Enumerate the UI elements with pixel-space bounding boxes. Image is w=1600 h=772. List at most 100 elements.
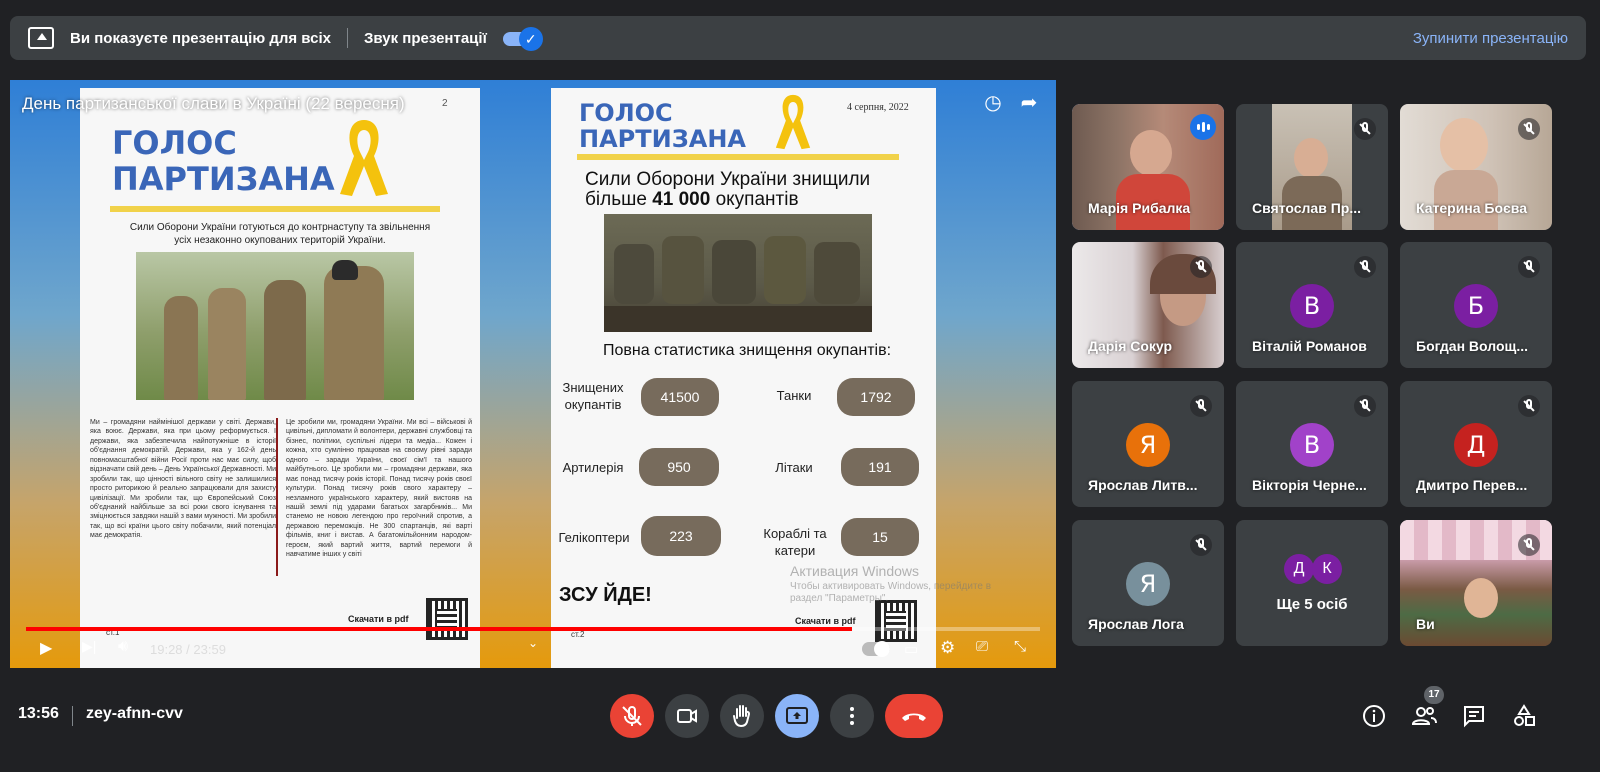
stat-value-killed: 41500 [641, 378, 719, 416]
participant-tile-dmytro[interactable]: Д Дмитро Перев... [1400, 381, 1552, 507]
presentation-sound-toggle[interactable]: ✓ [502, 27, 543, 51]
stat-value-aircraft: 191 [841, 448, 919, 486]
present-now-button[interactable] [775, 694, 819, 738]
stats-title: Повна статистика знищення окупантів: [602, 342, 892, 359]
leave-call-button[interactable] [885, 694, 943, 738]
page2-footer: ст.2 [571, 630, 585, 639]
headline-line-1: Сили Оборони України знищили [585, 169, 871, 190]
camera-toggle-button[interactable] [665, 694, 709, 738]
participant-name: Ви [1416, 616, 1435, 632]
play-icon[interactable]: ▶ [40, 638, 52, 658]
watermark-line-3: раздел "Параметры". [790, 593, 889, 604]
page2-headline: Сили Оборони України знищили більше 41 0… [585, 170, 870, 210]
raise-hand-button[interactable] [720, 694, 764, 738]
stat-value-helicopters: 223 [641, 516, 721, 556]
people-icon [1411, 707, 1437, 725]
logo-line-2: ПАРТИЗАНА [579, 125, 746, 153]
volume-icon[interactable]: 🔊︎ [118, 638, 128, 656]
mic-off-icon [1518, 395, 1540, 417]
page1-column-1: Ми – громадяни наймінішої держави у світ… [90, 419, 276, 540]
mic-off-icon [1518, 256, 1540, 278]
logo-line-1: ГОЛОС [112, 124, 237, 162]
video-title[interactable]: День партизанської слави в Україні (22 в… [22, 94, 405, 114]
mic-off-icon [1190, 534, 1212, 556]
divider [347, 28, 348, 48]
page-number-top: 2 [442, 98, 448, 109]
info-icon [1363, 705, 1385, 727]
more-participants-label: Ще 5 осіб [1276, 596, 1348, 613]
time-total: 23:59 [193, 642, 226, 657]
participant-name: Вікторія Черне... [1252, 477, 1367, 493]
stat-value-artillery: 950 [639, 448, 719, 486]
end-call-icon [902, 713, 926, 721]
hand-icon [733, 705, 751, 728]
participant-name: Ярослав Лога [1088, 616, 1184, 632]
meeting-details-button[interactable] [1360, 702, 1388, 730]
participant-tile-viktoriia[interactable]: В Вікторія Черне... [1236, 381, 1388, 507]
captured-occupants-photo [604, 214, 872, 332]
share-icon[interactable]: ➦ [1018, 92, 1040, 114]
avatar: Я [1126, 423, 1170, 467]
video-progress-bar[interactable] [26, 627, 1040, 631]
activities-shapes-icon [1514, 704, 1535, 726]
participant-name: Святослав Пр... [1252, 200, 1361, 216]
more-options-button[interactable] [830, 694, 874, 738]
yellow-ribbon-icon [340, 120, 388, 196]
presentation-banner: Ви показуєте презентацію для всіх Звук п… [10, 16, 1586, 60]
watermark-line-1: Активация Windows [790, 563, 920, 579]
exit-fullscreen-icon[interactable]: ⤡ [1014, 638, 1026, 655]
qr-code-icon [426, 598, 468, 640]
participant-tile-self[interactable]: Ви [1400, 520, 1552, 646]
meeting-clock: 13:56 [18, 705, 59, 722]
autoplay-toggle[interactable] [862, 641, 890, 657]
watch-later-icon[interactable]: ◷ [982, 92, 1004, 114]
participant-name: Катерина Боєва [1416, 200, 1527, 216]
headline-line-2: більше 41 000 окупантів [585, 189, 870, 210]
more-participants-tile[interactable]: Д К Ще 5 осіб [1236, 520, 1388, 646]
chat-icon [1464, 706, 1484, 728]
participant-tile-dariia-sokur[interactable]: Дарія Сокур [1072, 242, 1224, 368]
participant-tile-vitalii-romanov[interactable]: В Віталій Романов [1236, 242, 1388, 368]
mic-toggle-button[interactable] [610, 694, 654, 738]
participant-name: Дмитро Перев... [1416, 477, 1528, 493]
time-current: 19:28 [150, 642, 183, 657]
windows-activation-watermark: Активация Windows Чтобы активировать Win… [790, 563, 991, 606]
mic-off-icon [1518, 118, 1540, 140]
stat-label-killed: Знищених окупантів [562, 380, 624, 412]
participant-name: Ярослав Литв... [1088, 477, 1198, 493]
participant-tile-mariia-rybalka[interactable]: Марія Рибалка [1072, 104, 1224, 230]
mic-off-icon [1354, 256, 1376, 278]
participant-tile-bohdan[interactable]: Б Богдан Волощ... [1400, 242, 1552, 368]
avatar: Д [1454, 423, 1498, 467]
participant-tile-sviatoslav[interactable]: Святослав Пр... [1236, 104, 1388, 230]
yellow-divider [110, 206, 440, 212]
time-separator: / [186, 642, 190, 657]
stat-label-artillery: Артилерія [562, 460, 624, 475]
chevron-down-icon[interactable]: ⌄ [528, 636, 538, 650]
page2-download-link: Скачати в pdf [795, 616, 856, 626]
stat-value-ships: 15 [841, 518, 919, 556]
settings-gear-icon[interactable]: ⚙ [940, 638, 955, 658]
next-icon[interactable]: ▶| [82, 638, 96, 655]
stop-presenting-button[interactable]: Зупинити презентацію [1413, 30, 1568, 47]
mic-off-icon [1190, 256, 1212, 278]
issue-date: 4 серпня, 2022 [847, 102, 909, 113]
subtitles-icon[interactable]: ▭ [904, 640, 918, 658]
meeting-code[interactable]: zey-afnn-cvv [86, 705, 183, 723]
page1-intro: Сили Оборони України готуються до контрн… [129, 222, 431, 246]
participant-tile-yaroslav-lytv[interactable]: Я Ярослав Литв... [1072, 381, 1224, 507]
participant-name: Дарія Сокур [1088, 338, 1173, 354]
chat-button[interactable] [1460, 702, 1488, 730]
participant-tile-kateryna-boieva[interactable]: Катерина Боєва [1400, 104, 1552, 230]
divider [72, 706, 73, 726]
video-camera-icon [677, 709, 697, 723]
yellow-divider [577, 154, 899, 160]
people-button[interactable] [1410, 702, 1438, 730]
cast-icon[interactable]: ⎚ [976, 638, 988, 655]
activities-button[interactable] [1510, 702, 1538, 730]
logo-line-1: ГОЛОС [579, 99, 673, 127]
presentation-video[interactable]: ГОЛОС ПАРТИЗАНА 2 Сили Оборони України г… [10, 80, 1056, 668]
participant-name: Віталій Романов [1252, 338, 1367, 354]
participant-tile-yaroslav-loha[interactable]: Я Ярослав Лога [1072, 520, 1224, 646]
presentation-sound-label: Звук презентації [364, 29, 487, 47]
